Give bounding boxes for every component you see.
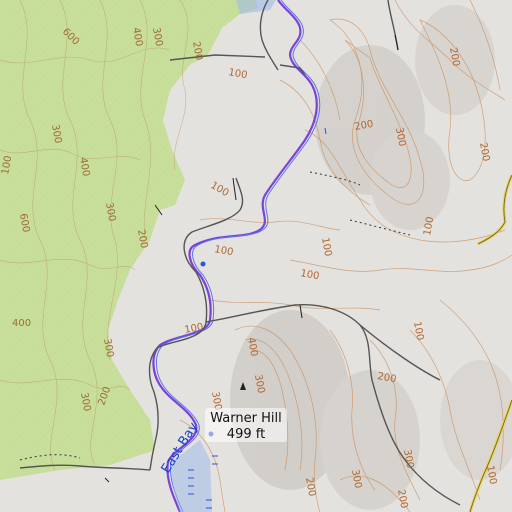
peak-elevation: 499 ft: [227, 427, 265, 442]
peak-name: Warner Hill: [210, 411, 281, 426]
contour-label: 400: [12, 318, 31, 329]
map-canvas[interactable]: 600 400 3002001003004001006003002004003003…: [0, 0, 512, 512]
topographic-map[interactable]: 600 400 300 200 100 300 400 100 600 300 200 400 300 3…: [0, 0, 512, 512]
peak-label: Warner Hill 499 ft: [205, 408, 287, 442]
